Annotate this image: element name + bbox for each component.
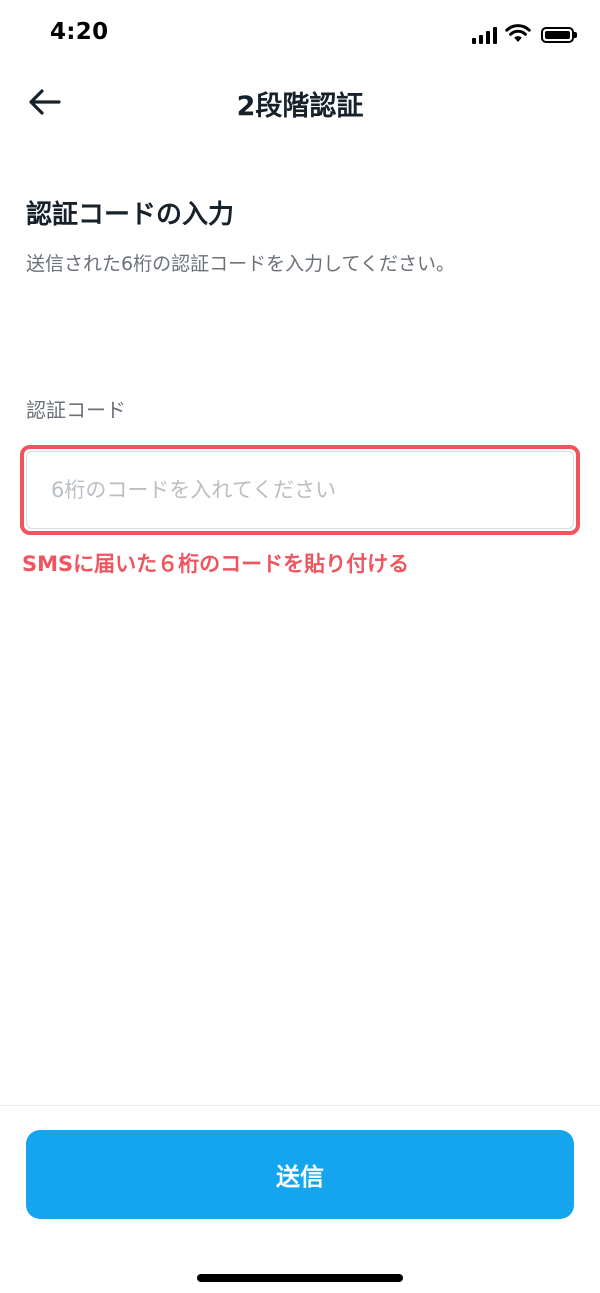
status-time: 4:20: [50, 19, 109, 45]
battery-icon: [541, 27, 577, 43]
annotation-text: SMSに届いた６桁のコードを貼り付ける: [22, 552, 410, 576]
two-factor-auth-screen: 4:20 2段階認証 認証コードの入力 送信された6桁の認証コードを入力してくだ…: [0, 0, 600, 1293]
verification-code-input[interactable]: [26, 451, 574, 529]
wifi-icon: [505, 23, 531, 47]
verification-code-label: 認証コード: [26, 398, 126, 422]
section-description: 送信された6桁の認証コードを入力してください。: [26, 253, 455, 275]
status-bar: 4:20: [0, 0, 600, 66]
cellular-signal-icon: [472, 26, 497, 44]
home-indicator: [197, 1274, 403, 1282]
page-title: 2段階認証: [236, 91, 364, 122]
navigation-bar: 2段階認証: [0, 66, 600, 140]
submit-button[interactable]: 送信: [26, 1130, 574, 1219]
section-heading: 認証コードの入力: [26, 200, 235, 230]
footer-divider: [0, 1105, 600, 1106]
status-icons: [472, 23, 577, 47]
